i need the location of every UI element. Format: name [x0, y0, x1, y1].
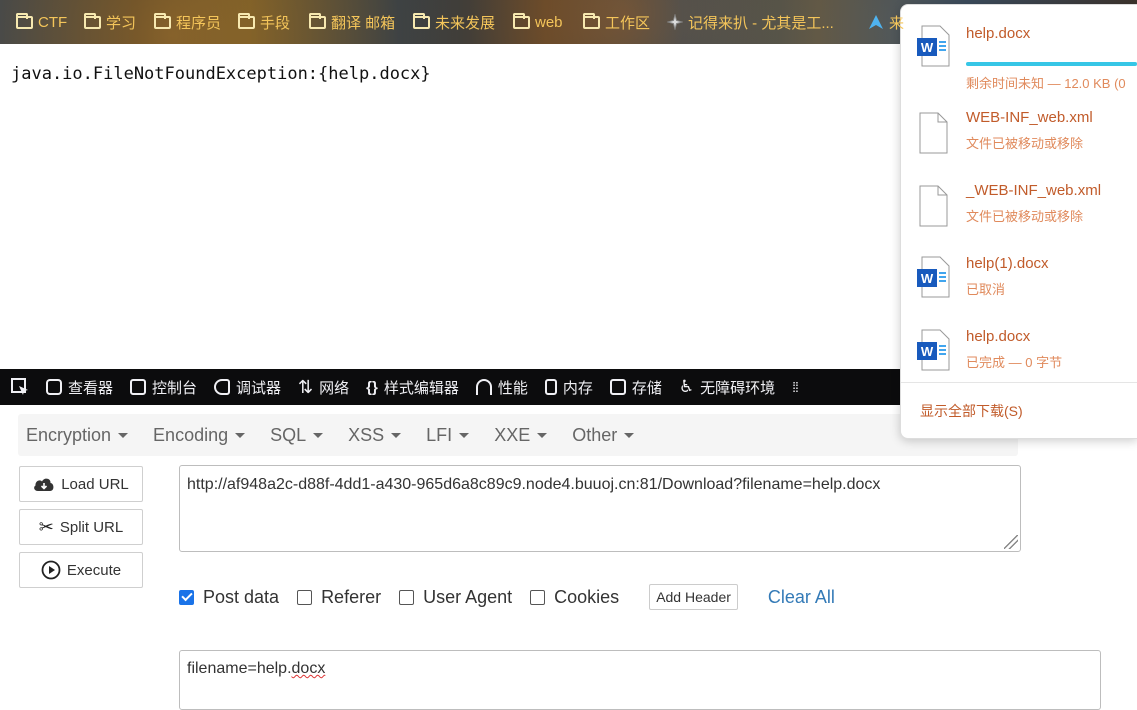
- word-document-icon: W: [917, 25, 950, 67]
- word-document-icon: W: [917, 329, 950, 371]
- user-agent-checkbox[interactable]: [399, 589, 415, 605]
- word-document-icon: W: [917, 256, 950, 298]
- inspector-icon: [46, 379, 62, 395]
- referer-checkbox[interactable]: [297, 589, 313, 605]
- folder-icon: [154, 12, 171, 29]
- menu-xss[interactable]: XSS: [348, 425, 402, 446]
- exception-text: java.io.FileNotFoundException:{help.docx…: [11, 64, 431, 84]
- download-item[interactable]: W help(1).docx 已取消: [901, 246, 1137, 316]
- split-url-button[interactable]: ✂ Split URL: [19, 509, 143, 545]
- tab-debugger[interactable]: 调试器: [214, 377, 281, 398]
- menu-sql[interactable]: SQL: [270, 425, 324, 446]
- bookmark-means[interactable]: 手段: [238, 0, 290, 44]
- folder-icon: [583, 12, 600, 29]
- user-agent-option[interactable]: User Agent: [399, 587, 512, 608]
- memory-chip-icon: [544, 379, 557, 395]
- folder-icon: [513, 12, 530, 29]
- element-picker-icon[interactable]: [10, 377, 30, 397]
- menu-xxe[interactable]: XXE: [494, 425, 548, 446]
- post-data-option[interactable]: Post data: [179, 587, 279, 608]
- download-item[interactable]: _WEB-INF_web.xml 文件已被移动或移除: [901, 173, 1137, 243]
- gauge-icon: [475, 379, 492, 395]
- post-data-checkbox[interactable]: [179, 589, 194, 605]
- folder-icon: [16, 12, 33, 29]
- folder-icon: [413, 12, 430, 29]
- svg-text:W: W: [921, 40, 934, 55]
- tab-style-editor[interactable]: {} 样式编辑器: [366, 377, 459, 398]
- svg-text:W: W: [921, 271, 934, 286]
- referer-option[interactable]: Referer: [297, 587, 381, 608]
- menu-encryption[interactable]: Encryption: [26, 425, 129, 446]
- arrow-logo-icon: [869, 15, 883, 29]
- download-item[interactable]: W help.docx 已完成 — 0 字节: [901, 319, 1137, 389]
- network-arrows-icon: ⇅: [298, 376, 314, 397]
- folder-icon: [309, 12, 326, 29]
- tab-accessibility[interactable]: ♿ 无障碍环境: [679, 377, 775, 398]
- menu-lfi[interactable]: LFI: [426, 425, 470, 446]
- folder-icon: [84, 12, 101, 29]
- caret-down-icon: [235, 432, 246, 438]
- tab-network[interactable]: ⇅ 网络: [298, 377, 349, 398]
- menu-other[interactable]: Other: [572, 425, 635, 446]
- bookmark-ctf[interactable]: CTF: [16, 0, 67, 44]
- clear-all-link[interactable]: Clear All: [768, 587, 835, 608]
- hackbar-menu: Encryption Encoding SQL XSS LFI XXE Othe…: [18, 414, 1018, 456]
- cookies-checkbox[interactable]: [530, 589, 546, 605]
- divider: [901, 382, 1137, 383]
- bookmark-translate-mail[interactable]: 翻译 邮箱: [309, 0, 395, 44]
- request-options: Post data Referer User Agent Cookies Add…: [179, 583, 835, 611]
- bookmark-future[interactable]: 未来发展: [413, 0, 495, 44]
- star-logo-icon: [667, 14, 683, 30]
- caret-down-icon: [118, 432, 129, 438]
- add-header-button[interactable]: Add Header: [649, 584, 738, 610]
- menu-encoding[interactable]: Encoding: [153, 425, 246, 446]
- devtools-toolbar: 查看器 控制台 调试器 ⇅ 网络 {} 样式编辑器 性能 内存 存储 ♿ 无障碍环境 …: [0, 369, 900, 405]
- tab-console[interactable]: 控制台: [130, 377, 197, 398]
- caret-down-icon: [313, 432, 324, 438]
- bookmark-web[interactable]: web: [513, 0, 563, 44]
- download-progress-fill: [966, 62, 1137, 66]
- download-item[interactable]: WEB-INF_web.xml 文件已被移动或移除: [901, 100, 1137, 170]
- svg-text:W: W: [921, 344, 934, 359]
- accessibility-icon: ♿: [678, 377, 695, 396]
- bookmark-site-2[interactable]: 来: [868, 0, 904, 44]
- caret-down-icon: [537, 432, 548, 438]
- resize-handle-icon[interactable]: [1004, 535, 1018, 549]
- bookmark-workspace[interactable]: 工作区: [583, 0, 650, 44]
- tab-inspector[interactable]: 查看器: [46, 377, 113, 398]
- bookmark-site[interactable]: 记得来扒 - 尤其是工...: [667, 0, 834, 44]
- file-icon: [919, 185, 948, 227]
- bookmark-programmer[interactable]: 程序员: [154, 0, 221, 44]
- scissors-icon: ✂: [38, 516, 54, 537]
- download-item[interactable]: W help.docx 剩余时间未知 — 12.0 KB (0: [901, 17, 1137, 91]
- file-icon: [919, 112, 948, 154]
- downloads-panel: W help.docx 剩余时间未知 — 12.0 KB (0 WEB-INF_…: [900, 4, 1137, 439]
- caret-down-icon: [624, 432, 635, 438]
- tab-memory[interactable]: 内存: [544, 377, 593, 398]
- post-data-textarea[interactable]: filename=help.docx: [179, 650, 1101, 710]
- cloud-download-icon: [34, 478, 54, 491]
- tab-storage[interactable]: 存储: [609, 377, 662, 398]
- caret-down-icon: [391, 432, 402, 438]
- storage-icon: [609, 379, 626, 395]
- console-icon: [130, 379, 147, 395]
- cookies-option[interactable]: Cookies: [530, 587, 619, 608]
- braces-icon: {}: [366, 378, 378, 396]
- caret-down-icon: [459, 432, 470, 438]
- debugger-icon: [214, 379, 231, 395]
- show-all-downloads-link[interactable]: 显示全部下载(S): [920, 401, 1023, 421]
- more-tools-icon[interactable]: ⁞⁞: [792, 379, 799, 395]
- url-textarea[interactable]: http://af948a2c-d88f-4dd1-a430-965d6a8c8…: [179, 465, 1021, 552]
- bookmark-study[interactable]: 学习: [84, 0, 136, 44]
- execute-button[interactable]: Execute: [19, 552, 143, 588]
- tab-performance[interactable]: 性能: [475, 377, 528, 398]
- load-url-button[interactable]: Load URL: [19, 466, 143, 502]
- play-circle-icon: [41, 560, 61, 580]
- folder-icon: [238, 12, 255, 29]
- hackbar-panel: Encryption Encoding SQL XSS LFI XXE Othe…: [0, 405, 1137, 710]
- download-progress-bar: [966, 62, 1137, 66]
